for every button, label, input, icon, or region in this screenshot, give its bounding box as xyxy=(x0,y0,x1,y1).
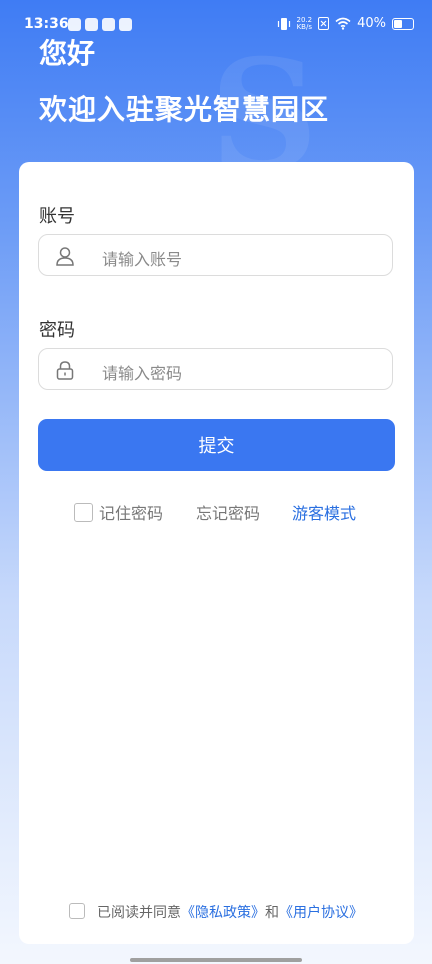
account-placeholder: 请输入账号 xyxy=(102,250,183,269)
account-field[interactable]: 请输入账号 xyxy=(38,234,393,276)
login-options: 记住密码 忘记密码 游客模式 xyxy=(19,500,414,524)
guest-mode-link[interactable]: 游客模式 xyxy=(292,500,356,524)
lock-icon xyxy=(56,361,74,380)
password-placeholder: 请输入密码 xyxy=(102,364,183,383)
agreement-checkbox[interactable] xyxy=(69,903,85,919)
submit-button[interactable]: 提交 xyxy=(38,419,395,471)
battery-icon xyxy=(392,17,414,30)
agreement-text: 已阅读并同意《隐私政策》和《用户协议》 xyxy=(97,902,363,922)
remember-checkbox[interactable] xyxy=(74,503,93,522)
greeting-title: 您好 xyxy=(39,37,96,70)
sim-icon xyxy=(318,17,330,30)
battery-percent: 40% xyxy=(357,16,386,31)
notification-icons xyxy=(68,18,132,31)
app-notification-icon xyxy=(85,18,98,31)
app-notification-icon xyxy=(119,18,132,31)
home-indicator[interactable] xyxy=(130,958,302,962)
account-label: 账号 xyxy=(39,206,75,227)
password-field[interactable]: 请输入密码 xyxy=(38,348,393,390)
forgot-password-link[interactable]: 忘记密码 xyxy=(196,500,260,524)
agreement-and: 和 xyxy=(265,905,279,921)
remember-label[interactable]: 记住密码 xyxy=(99,500,163,524)
user-icon xyxy=(56,247,74,266)
wifi-icon xyxy=(335,17,351,30)
privacy-policy-link[interactable]: 《隐私政策》 xyxy=(181,905,265,921)
app-notification-icon xyxy=(68,18,81,31)
agreement-row: 已阅读并同意《隐私政策》和《用户协议》 xyxy=(19,902,414,922)
agreement-prefix: 已阅读并同意 xyxy=(97,905,181,921)
welcome-title: 欢迎入驻聚光智慧园区 xyxy=(39,93,330,126)
password-label: 密码 xyxy=(39,320,75,341)
user-agreement-link[interactable]: 《用户协议》 xyxy=(279,905,363,921)
login-card: 账号 请输入账号 密码 请输入密码 提交 记住密码 忘记密码 游客模式 已阅读并… xyxy=(19,162,414,944)
app-notification-icon xyxy=(102,18,115,31)
status-time: 13:36 xyxy=(24,16,69,32)
